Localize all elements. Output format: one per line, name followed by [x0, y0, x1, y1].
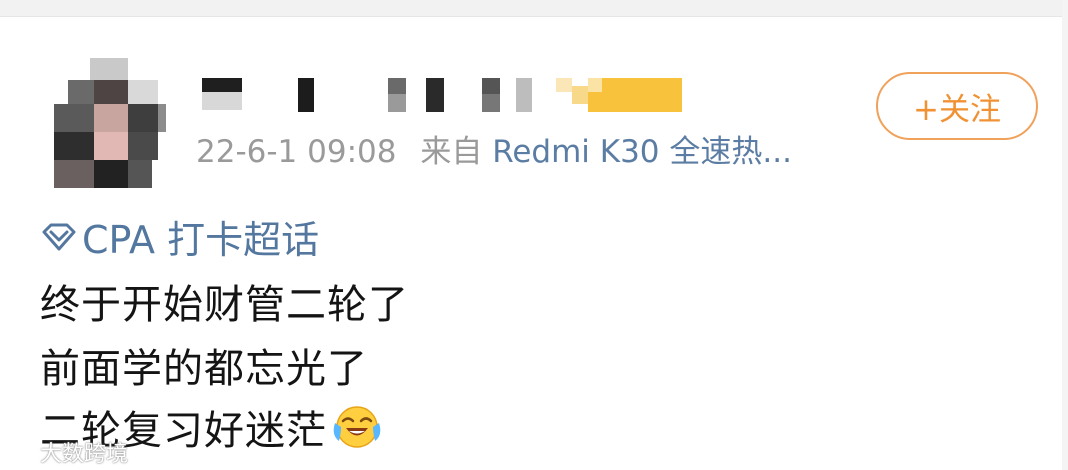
- source-prefix: 来自: [420, 134, 483, 170]
- scroll-edge: [1062, 0, 1068, 470]
- watermark: 大数跨境: [8, 436, 128, 468]
- post-text-line: 终于开始财管二轮了: [40, 282, 409, 328]
- topic-link[interactable]: CPA 打卡超话: [40, 209, 319, 264]
- weibo-logo-icon: [8, 443, 34, 463]
- post-timestamp: 22-6-1 09:08: [196, 134, 397, 170]
- avatar[interactable]: [54, 58, 166, 188]
- laugh-cry-emoji-icon: [333, 406, 381, 448]
- username-redacted[interactable]: [198, 74, 688, 116]
- post-text-line: 前面学的都忘光了: [40, 346, 368, 392]
- post-meta: 22-6-1 09:08 来自 Redmi K30 全速热...: [196, 126, 792, 171]
- supertopic-diamond-icon: [42, 223, 76, 250]
- follow-button[interactable]: +关注: [876, 72, 1038, 140]
- topic-label: CPA 打卡超话: [82, 218, 320, 262]
- source-device-link[interactable]: Redmi K30 全速热...: [492, 134, 792, 170]
- watermark-text: 大数跨境: [40, 442, 129, 467]
- top-divider: [0, 0, 1068, 17]
